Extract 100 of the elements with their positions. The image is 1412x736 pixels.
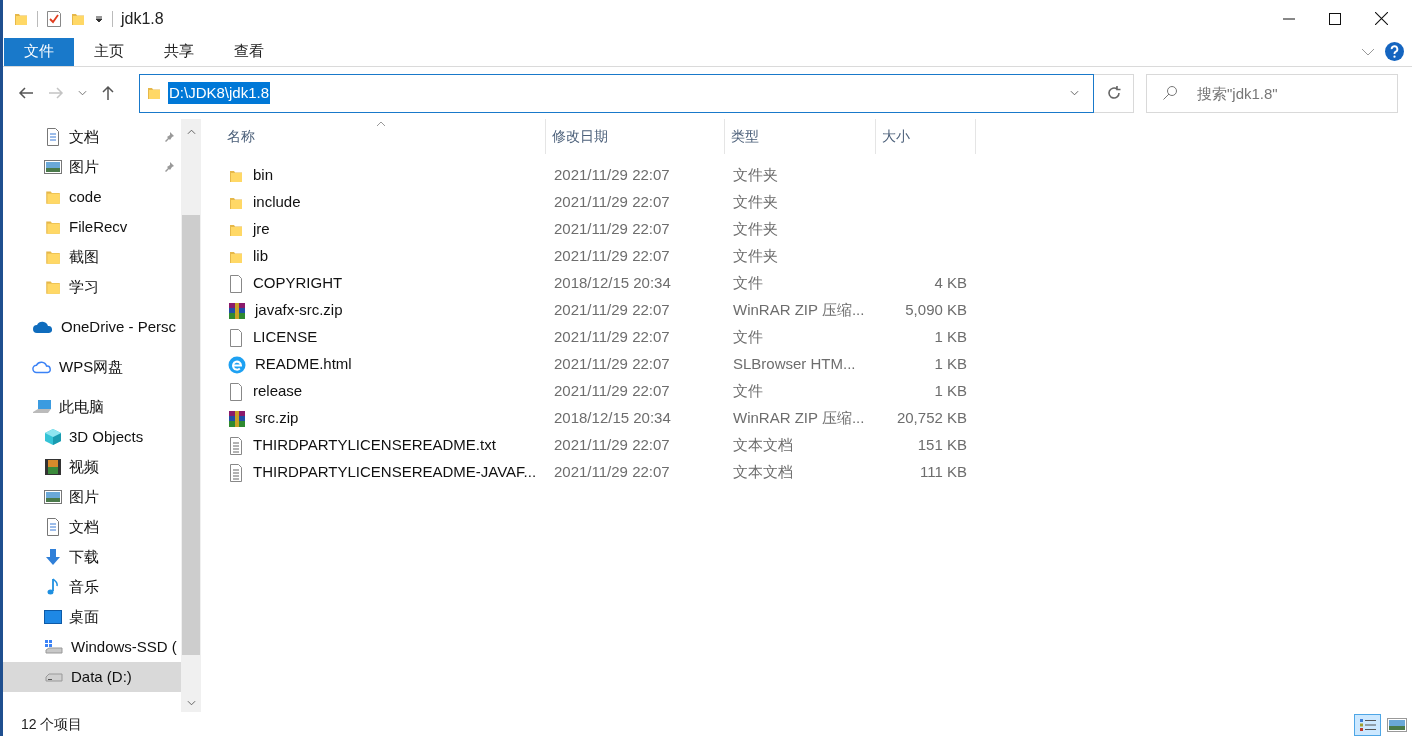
file-icon [228, 274, 244, 293]
cube-icon [44, 428, 62, 446]
address-bar[interactable]: D:\JDK8\jdk1.8 [139, 73, 1094, 113]
file-name: LICENSE [253, 327, 318, 348]
nav-item[interactable]: 图片 [3, 152, 181, 182]
file-size: 1 KB [934, 327, 967, 348]
nav-item[interactable]: 文档 [3, 122, 181, 152]
text-file-icon [228, 436, 244, 455]
file-row[interactable]: bin 2021/11/29 22:07 文件夹 [221, 162, 1412, 189]
nav-item[interactable]: 文档 [3, 512, 181, 542]
folder-icon [44, 278, 62, 296]
column-header[interactable]: 修改日期 [546, 119, 725, 154]
maximize-icon [1329, 12, 1341, 25]
nav-item[interactable]: Data (D:) [3, 662, 181, 692]
file-row[interactable]: COPYRIGHT 2018/12/15 20:34 文件 4 KB [221, 270, 1412, 297]
desktop-icon [44, 610, 62, 624]
file-size: 5,090 KB [905, 300, 967, 321]
up-arrow-icon[interactable] [101, 85, 115, 101]
folder-icon [44, 218, 62, 236]
file-name: include [253, 192, 301, 213]
search-field[interactable]: 搜索"jdk1.8" [1146, 73, 1398, 113]
file-row[interactable]: javafx-src.zip 2021/11/29 22:07 WinRAR ZIP 压缩... 5,090 KB [221, 297, 1412, 324]
picture-icon [44, 158, 62, 176]
nav-item[interactable]: 此电脑 [3, 392, 181, 422]
nav-item[interactable]: Windows-SSD ( [3, 632, 181, 662]
chevron-down-icon[interactable] [1070, 90, 1079, 96]
archive-icon [228, 409, 246, 428]
details-view-button[interactable] [1354, 714, 1381, 736]
nav-item[interactable]: 音乐 [3, 572, 181, 602]
file-name: bin [253, 165, 274, 186]
dropdown-caret-icon[interactable] [94, 13, 104, 24]
file-type: WinRAR ZIP 压缩... [733, 409, 865, 427]
column-header[interactable]: 大小 [876, 119, 976, 154]
archive-icon [228, 301, 246, 320]
chevron-down-icon[interactable] [78, 90, 87, 96]
modified-date: 2021/11/29 22:07 [554, 436, 670, 454]
file-size: 4 KB [934, 273, 967, 294]
nav-item[interactable]: 截图 [3, 242, 181, 272]
nav-item[interactable]: 下载 [3, 542, 181, 572]
folder-icon [44, 188, 62, 206]
nav-item[interactable]: FileRecv [3, 212, 181, 242]
search-icon [1162, 84, 1178, 101]
modified-date: 2021/11/29 22:07 [554, 328, 670, 346]
file-row[interactable]: lib 2021/11/29 22:07 文件夹 [221, 243, 1412, 270]
file-size: 1 KB [934, 354, 967, 375]
modified-date: 2021/11/29 22:07 [554, 193, 670, 211]
file-row[interactable]: include 2021/11/29 22:07 文件夹 [221, 189, 1412, 216]
document-icon [44, 128, 62, 146]
browser-icon [228, 355, 246, 374]
file-row[interactable]: LICENSE 2021/11/29 22:07 文件 1 KB [221, 324, 1412, 351]
ribbon-tab[interactable]: 文件 [4, 37, 74, 66]
file-name: THIRDPARTYLICENSEREADME.txt [253, 435, 496, 456]
file-type: 文件夹 [733, 247, 778, 265]
ribbon-tab[interactable]: 查看 [214, 37, 284, 66]
modified-date: 2021/11/29 22:07 [554, 220, 670, 238]
column-header[interactable]: 名称 [221, 119, 546, 154]
chevron-down-icon[interactable] [1361, 47, 1375, 56]
scrollbar[interactable] [181, 119, 201, 712]
file-row[interactable]: src.zip 2018/12/15 20:34 WinRAR ZIP 压缩... 20,752 KB [221, 405, 1412, 432]
ribbon-tab[interactable]: 共享 [144, 37, 214, 66]
close-icon [1374, 12, 1388, 25]
file-row[interactable]: README.html 2021/11/29 22:07 SLBrowser HTM... 1 KB [221, 351, 1412, 378]
file-size: 1 KB [934, 381, 967, 402]
nav-item[interactable]: 图片 [3, 482, 181, 512]
list-icon [1358, 718, 1377, 732]
file-type: SLBrowser HTM... [733, 355, 856, 373]
file-size: 111 KB [920, 462, 967, 483]
column-header[interactable]: 类型 [725, 119, 876, 154]
nav-item[interactable]: 桌面 [3, 602, 181, 632]
file-type: WinRAR ZIP 压缩... [733, 301, 865, 319]
chevron-up-icon[interactable] [186, 129, 196, 135]
chevron-down-icon[interactable] [186, 700, 196, 706]
nav-item[interactable]: 视频 [3, 452, 181, 482]
file-row[interactable]: THIRDPARTYLICENSEREADME.txt 2021/11/29 22:07 文本文档 151 KB [221, 432, 1412, 459]
nav-item[interactable]: 3D Objects [3, 422, 181, 452]
file-name: COPYRIGHT [253, 273, 343, 294]
file-row[interactable]: release 2021/11/29 22:07 文件 1 KB [221, 378, 1412, 405]
nav-item[interactable]: code [3, 182, 181, 212]
ribbon-tab[interactable]: 主页 [74, 37, 144, 66]
file-type: 文件 [733, 382, 763, 400]
file-icon [228, 382, 244, 401]
refresh-button[interactable] [1094, 73, 1134, 113]
file-row[interactable]: THIRDPARTYLICENSEREADME-JAVAF... 2021/11/29 22:07 文本文档 111 KB [221, 459, 1412, 486]
refresh-icon [1105, 85, 1122, 101]
modified-date: 2021/11/29 22:07 [554, 463, 670, 481]
text-file-icon [228, 463, 244, 482]
nav-item[interactable]: OneDrive - Persc [3, 312, 181, 342]
address-path: D:\JDK8\jdk1.8 [168, 81, 271, 105]
picture-icon [44, 488, 62, 506]
download-arrow-icon [44, 548, 62, 566]
file-name: lib [253, 246, 268, 267]
back-arrow-icon[interactable] [18, 86, 34, 100]
file-row[interactable]: jre 2021/11/29 22:07 文件夹 [221, 216, 1412, 243]
file-size: 151 KB [917, 435, 967, 456]
file-size: 20,752 KB [896, 408, 967, 429]
cloud-icon [32, 359, 52, 375]
nav-item[interactable]: 学习 [3, 272, 181, 302]
properties-icon[interactable] [46, 9, 62, 28]
help-icon[interactable] [1385, 42, 1404, 61]
nav-item[interactable]: WPS网盘 [3, 352, 181, 382]
